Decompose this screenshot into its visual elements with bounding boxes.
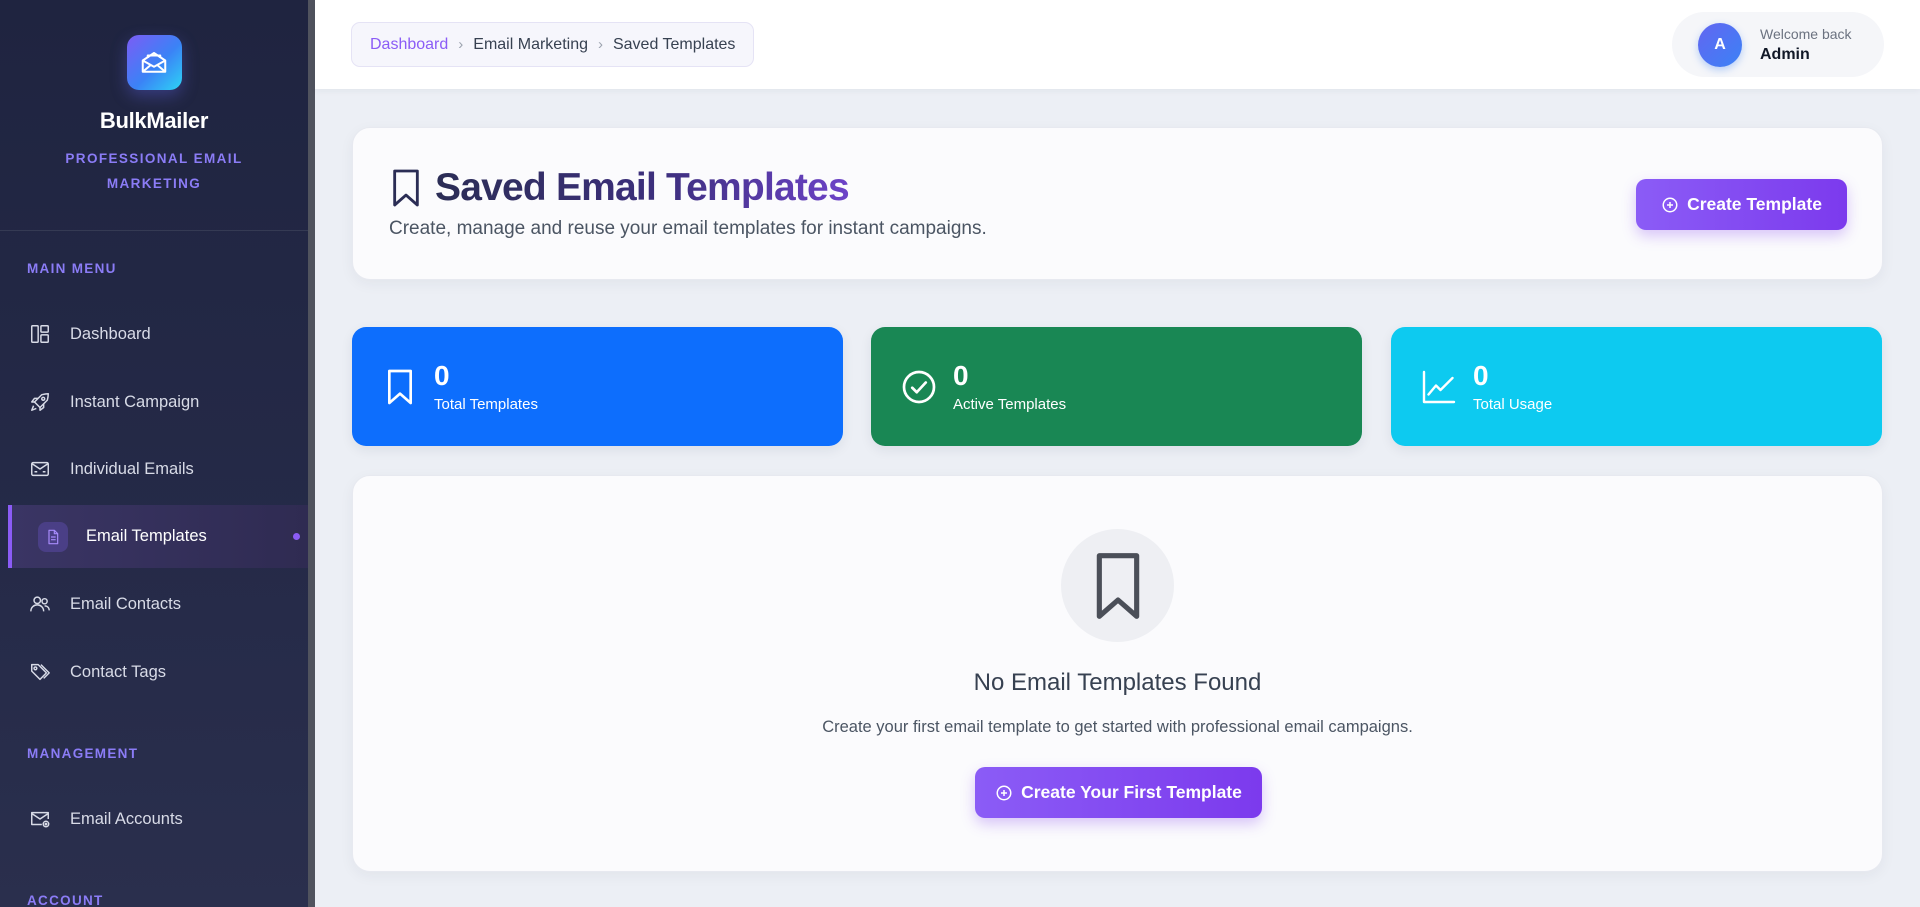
breadcrumb-saved-templates: Saved Templates [612,35,736,53]
brand-block: BulkMailer PROFESSIONAL EMAIL MARKETING [0,0,308,231]
stat-text: 0 Total Templates [434,360,538,413]
create-template-label: Create Template [1687,194,1822,214]
sidebar-item-label: Instant Campaign [70,392,200,411]
envelope-send-icon [28,457,52,481]
stat-card-active-templates: 0 Active Templates [871,327,1362,446]
stat-value: 0 [1473,360,1489,391]
breadcrumb-email-marketing[interactable]: Email Marketing [473,36,588,54]
sidebar-item-label: Email Contacts [70,594,181,613]
sidebar-item-individual-emails[interactable]: Individual Emails [0,439,308,499]
page-title-text: Saved Email Templates [435,166,850,209]
create-template-button[interactable]: Create Template [1636,179,1847,230]
sidebar-item-email-contacts[interactable]: Email Contacts [0,574,308,634]
sidebar-scrollbar[interactable] [308,0,315,907]
empty-state-icon [1061,529,1174,642]
empty-state-description: Create your first email template to get … [822,718,1413,736]
bookmark-icon [1096,552,1139,619]
dashboard-layout-icon [28,322,52,346]
sidebar-item-label: Individual Emails [70,459,194,478]
stat-value: 0 [434,360,450,391]
page-title: Saved Email Templates [389,166,850,210]
user-info: Welcome back Admin [1760,26,1852,64]
sidebar-item-label: Dashboard [70,324,151,343]
empty-state-title: No Email Templates Found [973,669,1262,696]
sidebar-item-email-templates[interactable]: Email Templates [8,505,308,568]
user-name: Admin [1760,45,1810,63]
create-first-template-label: Create Your First Template [1021,782,1242,802]
sidebar-item-label: Email Accounts [70,809,183,828]
bookmark-icon [382,367,418,407]
stat-label: Total Templates [434,396,538,413]
breadcrumb: Dashboard › Email Marketing › Saved Temp… [351,22,755,67]
topbar: Dashboard › Email Marketing › Saved Temp… [315,0,1920,89]
sidebar-item-email-accounts[interactable]: Email Accounts [0,789,308,849]
empty-state-card: No Email Templates Found Create your fir… [352,475,1883,872]
envelope-open-icon [141,51,167,73]
rocket-icon [28,390,52,414]
stat-text: 0 Active Templates [953,360,1066,413]
line-chart-icon [1421,367,1457,407]
avatar[interactable]: A [1698,22,1742,67]
breadcrumb-separator: › [597,36,603,53]
breadcrumb-separator: › [458,36,464,53]
nav-section-management: MANAGEMENT [27,746,139,761]
brand-logo[interactable] [126,35,182,90]
sidebar: BulkMailer PROFESSIONAL EMAIL MARKETING … [0,0,308,907]
page-header-card: Saved Email Templates Create, manage and… [352,127,1883,280]
sidebar-item-dashboard[interactable]: Dashboard [0,304,308,364]
envelope-gear-icon [28,807,52,831]
tags-icon [28,660,52,684]
create-first-template-button[interactable]: Create Your First Template [975,767,1262,818]
nav-section-account: ACCOUNT [27,893,104,907]
active-indicator-dot [293,533,300,540]
stat-card-total-templates: 0 Total Templates [352,327,843,446]
template-document-icon [38,521,68,552]
brand-name: BulkMailer [99,108,209,133]
user-menu[interactable]: A Welcome back Admin [1672,12,1884,77]
user-welcome-text: Welcome back [1760,25,1852,42]
people-icon [28,592,52,616]
page-subtitle: Create, manage and reuse your email temp… [389,218,987,239]
sidebar-item-contact-tags[interactable]: Contact Tags [0,642,308,702]
breadcrumb-dashboard[interactable]: Dashboard [370,36,448,54]
sidebar-item-label: Email Templates [86,527,207,545]
plus-circle-icon [1662,197,1678,212]
sidebar-item-label: Contact Tags [70,662,167,681]
stat-label: Total Usage [1473,396,1553,413]
stat-text: 0 Total Usage [1473,360,1552,413]
plus-circle-icon [996,785,1012,800]
brand-tagline: PROFESSIONAL EMAIL MARKETING [65,151,243,191]
stat-value: 0 [953,360,969,391]
nav-section-main-menu: MAIN MENU [27,261,117,276]
sidebar-item-instant-campaign[interactable]: Instant Campaign [0,372,308,432]
check-circle-icon [901,367,937,407]
bookmark-icon [393,169,419,207]
stat-label: Active Templates [953,396,1067,413]
stat-card-total-usage: 0 Total Usage [1391,327,1882,446]
